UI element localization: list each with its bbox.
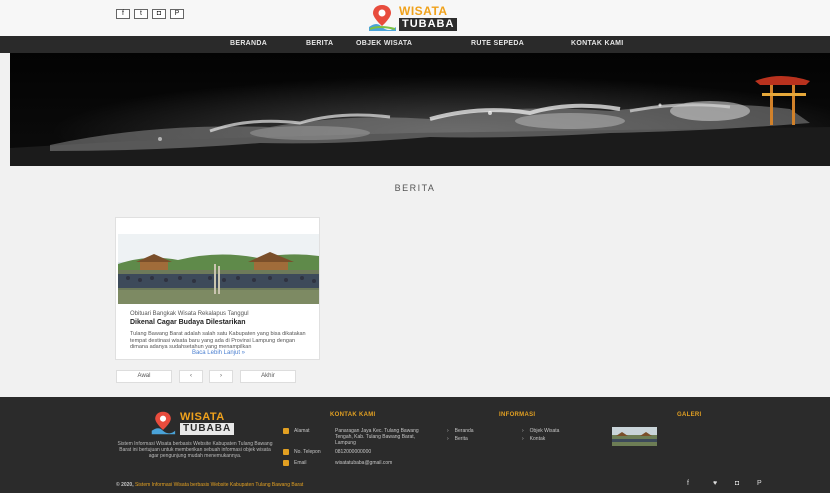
top-bar: f t ◘ P WISATA TUBABA	[0, 0, 830, 36]
gallery-thumbnail[interactable]	[612, 427, 657, 446]
footer-description: Sistem Informasi Wisata berbasis Website…	[117, 441, 273, 459]
footer-logo-text-top: WISATA	[180, 411, 225, 423]
news-image[interactable]	[118, 234, 319, 304]
nav-item-kontak-kami[interactable]: KONTAK KAMI	[571, 40, 624, 47]
main-nav: BERANDA BERITA OBJEK WISATA RUTE SEPEDA …	[0, 36, 830, 53]
gallery-heading: GALERI	[677, 412, 702, 418]
read-more-link[interactable]: Baca Lebih Lanjut »	[116, 350, 321, 356]
footer-instagram-icon[interactable]: ◘	[735, 480, 739, 487]
map-pin-icon	[369, 5, 396, 31]
copyright: © 2020, Sistem Informasi Wisata berbasis…	[116, 482, 303, 488]
pager-next-button[interactable]: ›	[209, 370, 233, 383]
hero-banner	[10, 53, 830, 166]
nav-item-objek-wisata[interactable]: OBJEK WISATA	[356, 40, 412, 47]
phone-value[interactable]: 0812000000000	[335, 449, 371, 455]
copyright-prefix: © 2020,	[116, 482, 134, 488]
twitter-icon[interactable]: t	[134, 9, 148, 19]
nav-item-beranda[interactable]: BERANDA	[230, 40, 267, 47]
logo-text-top: WISATA	[399, 4, 448, 18]
news-excerpt: Tulang Bawang Barat adalah salah satu Ka…	[130, 331, 306, 350]
nav-item-berita[interactable]: BERITA	[306, 40, 333, 47]
contact-heading: KONTAK KAMI	[330, 412, 376, 418]
news-kicker: Obituari Bangkak Wisata Rekalapus Tanggu…	[130, 311, 249, 317]
site-logo[interactable]: WISATA TUBABA	[367, 2, 462, 34]
email-value[interactable]: wisatatubaba@gmail.com	[335, 460, 392, 466]
pinterest-icon[interactable]: P	[170, 9, 184, 19]
footer-logo-text-bottom: TUBABA	[180, 423, 235, 435]
info-heading: INFORMASI	[499, 412, 536, 418]
footer-twitter-icon[interactable]: ♥	[713, 480, 717, 487]
copyright-link[interactable]: Sistem Informasi Wisata berbasis Website…	[135, 482, 303, 488]
address-label: Alamat	[294, 428, 310, 434]
phone-label: No. Telepon	[294, 449, 321, 455]
phone-icon	[283, 449, 289, 455]
email-label: Email	[294, 460, 307, 466]
section-title: BERITA	[394, 183, 436, 193]
location-icon	[283, 428, 289, 434]
news-title[interactable]: Dikenal Cagar Budaya Dilestarikan	[130, 319, 310, 326]
footer-link-berita[interactable]: Berita	[447, 436, 468, 442]
footer-logo[interactable]: WISATA TUBABA	[150, 410, 240, 436]
email-icon	[283, 460, 289, 466]
pager-first-button[interactable]: Awal	[116, 370, 172, 383]
news-card[interactable]: Obituari Bangkak Wisata Rekalapus Tanggu…	[115, 217, 320, 360]
map-pin-icon	[151, 411, 176, 435]
footer-facebook-icon[interactable]: f	[687, 480, 689, 487]
pager-last-button[interactable]: Akhir	[240, 370, 296, 383]
instagram-icon[interactable]: ◘	[152, 9, 166, 19]
footer-link-beranda[interactable]: Beranda	[447, 428, 474, 434]
logo-text-bottom: TUBABA	[399, 18, 458, 31]
footer-link-kontak[interactable]: Kontak	[522, 436, 546, 442]
social-links: f t ◘ P	[116, 9, 184, 19]
nav-item-rute-sepeda[interactable]: RUTE SEPEDA	[471, 40, 524, 47]
address-value: Panaragan Jaya Kec. Tulang Bawang Tengah…	[335, 428, 419, 446]
facebook-icon[interactable]: f	[116, 9, 130, 19]
pager-prev-button[interactable]: ‹	[179, 370, 203, 383]
hero-image	[10, 53, 830, 166]
footer-pinterest-icon[interactable]: P	[757, 480, 762, 487]
footer-link-objek-wisata[interactable]: Objek Wisata	[522, 428, 560, 434]
